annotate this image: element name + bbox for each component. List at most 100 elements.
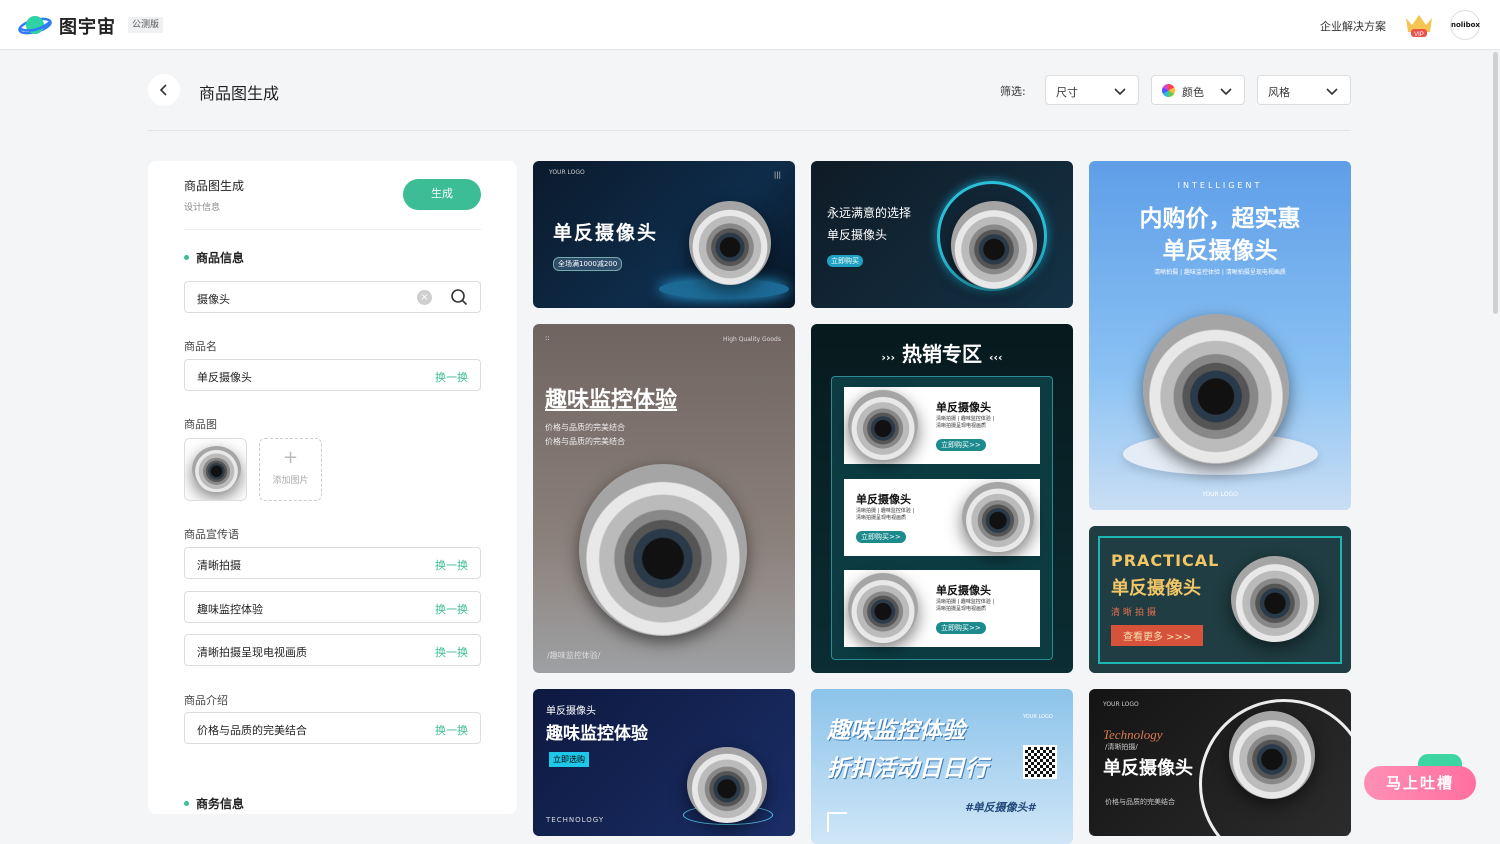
card-line-1: 趣味监控体验	[827, 718, 965, 744]
section-dot	[184, 255, 189, 260]
size-filter-select[interactable]: 尺寸	[1045, 75, 1139, 105]
section-dot	[184, 801, 189, 806]
card-top-text: PRACTICAL	[1111, 551, 1220, 570]
card-footer-text: /趣味监控体验/	[547, 651, 601, 660]
search-icon[interactable]	[450, 288, 468, 306]
card-script-text: Technology	[1103, 727, 1163, 742]
item-sub-2: 清晰拍摄呈现电视画质	[936, 423, 987, 429]
camera-image	[687, 747, 767, 823]
card-logo-text: YOUR LOGO	[1103, 701, 1139, 708]
plus-icon: +	[282, 447, 299, 468]
result-card-8[interactable]: 趣味监控体验 折扣活动日日行 YOUR LOGO #单反摄像头#	[811, 689, 1073, 844]
chevron-down-icon	[1220, 88, 1232, 96]
color-filter-select[interactable]: 颜色	[1151, 75, 1245, 105]
slogan-input-2[interactable]: 趣味监控体验 换一换	[184, 591, 481, 623]
card-small-text: /清晰拍摄/	[1105, 743, 1138, 751]
camera-image	[951, 201, 1037, 289]
item-button: 立即购买>>	[856, 531, 906, 543]
product-name-value: 单反摄像头	[197, 371, 252, 384]
product-search-input[interactable]: 摄像头 ×	[184, 281, 481, 313]
swap-name-button[interactable]: 换一换	[435, 369, 468, 385]
card-button: 查看更多 >>>	[1111, 625, 1204, 646]
item-button: 立即购买>>	[936, 622, 986, 634]
camera-image	[1231, 556, 1319, 642]
card-logo-text: YOUR LOGO	[549, 169, 585, 176]
back-button[interactable]	[148, 74, 180, 106]
result-card-2[interactable]: 永远满意的选择 单反摄像头 立即购买	[811, 161, 1073, 308]
card-top-text: INTELLIGENT	[1177, 181, 1263, 190]
search-value: 摄像头	[197, 293, 230, 306]
card-title: ››› 热销专区 ‹‹‹	[811, 338, 1073, 367]
enterprise-solutions-link[interactable]: 企业解决方案	[1320, 18, 1386, 34]
panel-subtitle: 设计信息	[184, 203, 221, 213]
camera-image	[1143, 314, 1289, 464]
clear-icon[interactable]: ×	[417, 290, 432, 305]
result-card-3[interactable]: INTELLIGENT 内购价，超实惠 单反摄像头 清晰拍摄 | 趣味监控体验 …	[1089, 161, 1351, 510]
item-sub-2: 清晰拍摄呈现电视画质	[856, 515, 907, 521]
card-title-1: 内购价，超实惠	[1139, 206, 1301, 232]
brand-name[interactable]: 图宇宙	[59, 13, 116, 39]
page-scrollbar[interactable]	[1493, 52, 1498, 314]
card-button: 立即购买	[827, 255, 863, 267]
qr-code-icon	[1023, 745, 1057, 779]
card-line-2: 价格与品质的完美结合	[545, 437, 625, 446]
feedback-button[interactable]: 马上吐槽	[1364, 766, 1476, 800]
slogan-value-3: 清晰拍摄呈现电视画质	[197, 646, 307, 659]
business-info-heading: 商务信息	[184, 795, 244, 812]
card-line-2: 折扣活动日日行	[827, 756, 988, 782]
card-title-text: 热销专区	[902, 342, 982, 366]
list-item: 单反摄像头 清晰拍摄 | 趣味监控体验 | 清晰拍摄呈现电视画质 立即购买>>	[844, 387, 1040, 464]
result-card-6[interactable]: PRACTICAL 单反摄像头 清晰拍摄 查看更多 >>>	[1089, 526, 1351, 673]
chevron-down-icon	[1326, 88, 1338, 96]
vip-crown-icon[interactable]: VIP	[1403, 12, 1435, 38]
result-card-9[interactable]: YOUR LOGO Technology /清晰拍摄/ 单反摄像头 价格与品质的…	[1089, 689, 1351, 836]
style-filter-select[interactable]: 风格	[1257, 75, 1351, 105]
product-image-label: 商品图	[184, 418, 217, 431]
result-card-7[interactable]: 单反摄像头 趣味监控体验 立即选购 TECHNOLOGY	[533, 689, 795, 836]
swap-intro-button[interactable]: 换一换	[435, 722, 468, 738]
swap-slogan-2-button[interactable]: 换一换	[435, 601, 468, 617]
item-sub-1: 清晰拍摄 | 趣味监控体验 |	[936, 599, 995, 605]
add-image-button[interactable]: + 添加图片	[259, 438, 322, 501]
item-sub-1: 清晰拍摄 | 趣味监控体验 |	[936, 416, 995, 422]
card-title: 趣味监控体验	[545, 388, 678, 413]
result-card-1[interactable]: YOUR LOGO ||| 单反摄像头 全场满1000减200	[533, 161, 795, 308]
slogan-input-1[interactable]: 清晰拍摄 换一换	[184, 547, 481, 579]
camera-image	[962, 482, 1034, 552]
card-subtitle: 清晰拍摄	[1111, 608, 1160, 618]
result-card-5[interactable]: ››› 热销专区 ‹‹‹ 单反摄像头 清晰拍摄 | 趣味监控体验 | 清晰拍摄呈…	[811, 324, 1073, 673]
size-filter-label: 尺寸	[1056, 86, 1078, 99]
intro-input[interactable]: 价格与品质的完美结合 换一换	[184, 712, 481, 744]
card-subtitle: 清晰拍摄 | 趣味监控体验 | 清晰拍摄呈现电视画质	[1154, 269, 1286, 276]
card-button: 立即选购	[549, 752, 589, 767]
color-wheel-icon	[1162, 84, 1175, 97]
corner-bracket-icon	[827, 812, 847, 832]
slogan-input-3[interactable]: 清晰拍摄呈现电视画质 换一换	[184, 634, 481, 666]
card-title: 单反摄像头	[1111, 578, 1201, 599]
product-image-thumbnail[interactable]	[184, 438, 247, 501]
camera-image	[579, 464, 747, 636]
user-avatar[interactable]: nolibox	[1450, 10, 1480, 40]
card-tag: #单反摄像头#	[965, 801, 1036, 814]
design-info-panel: 商品图生成 设计信息 生成 商品信息 摄像头 × 商品名 单反摄像头 换一换 商…	[148, 161, 517, 814]
card-line-2: 单反摄像头	[827, 228, 888, 242]
generate-button[interactable]: 生成	[403, 179, 481, 210]
result-card-4[interactable]: :: High Quality Goods 趣味监控体验 价格与品质的完美结合 …	[533, 324, 795, 673]
panel-title: 商品图生成	[184, 179, 245, 193]
slogan-value-1: 清晰拍摄	[197, 559, 241, 572]
card-subtitle: 价格与品质的完美结合	[1105, 798, 1175, 806]
item-title: 单反摄像头	[936, 584, 991, 597]
item-title: 单反摄像头	[936, 401, 991, 414]
swap-slogan-1-button[interactable]: 换一换	[435, 557, 468, 573]
card-line-1: 永远满意的选择	[827, 206, 912, 220]
item-sub-2: 清晰拍摄呈现电视画质	[936, 606, 987, 612]
chevron-down-icon	[1114, 88, 1126, 96]
header-divider	[148, 130, 1351, 131]
swap-slogan-3-button[interactable]: 换一换	[435, 644, 468, 660]
product-name-input[interactable]: 单反摄像头 换一换	[184, 359, 481, 391]
color-filter-label: 颜色	[1182, 86, 1204, 99]
business-info-heading-text: 商务信息	[196, 797, 245, 811]
card-footer-text: TECHNOLOGY	[546, 816, 605, 824]
planet-logo-icon[interactable]	[18, 12, 52, 38]
card-logo-text: YOUR LOGO	[1202, 491, 1238, 498]
